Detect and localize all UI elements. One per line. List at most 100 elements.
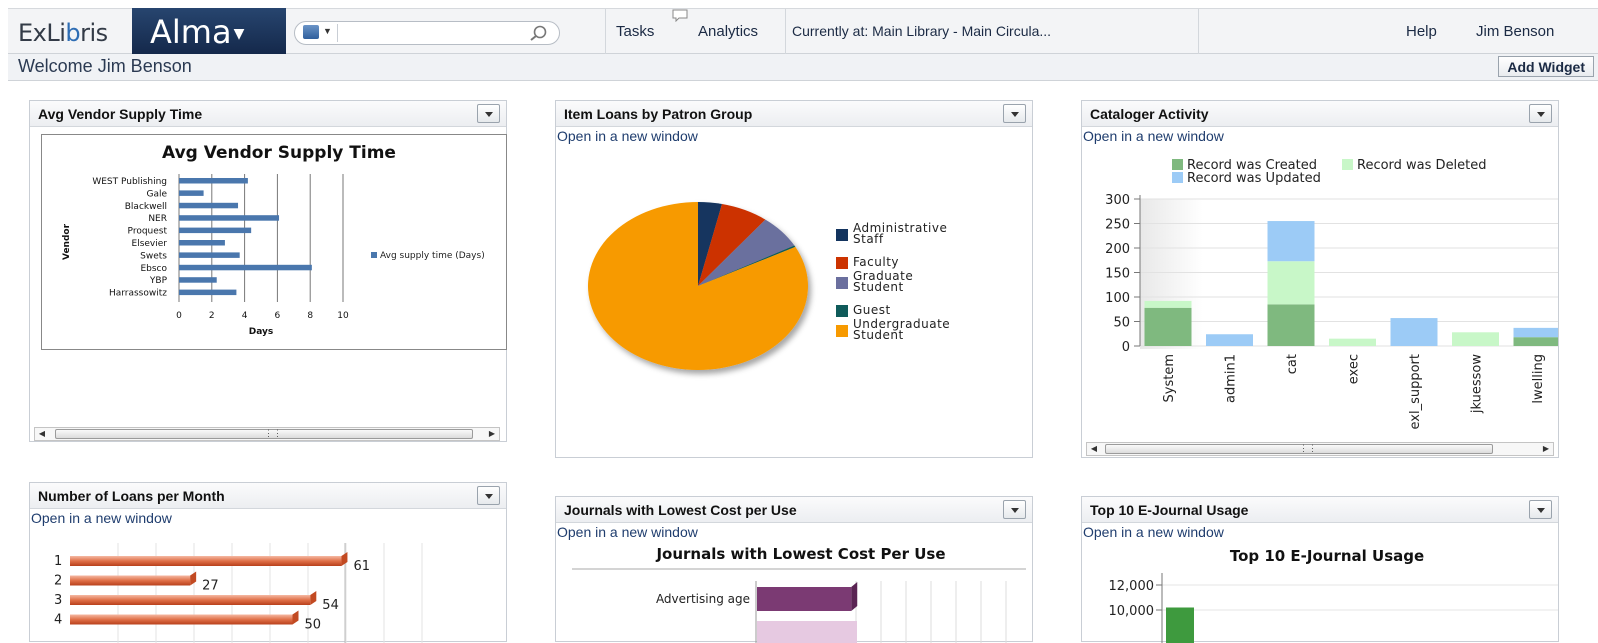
alma-menu-button[interactable]: Alma▼ xyxy=(132,8,286,55)
bar-end xyxy=(851,582,857,611)
welcome-bar: Welcome Jim Benson Add Widget xyxy=(8,54,1598,81)
widget-menu-button[interactable] xyxy=(1003,500,1026,519)
widget-title: Journals with Lowest Cost per Use xyxy=(564,502,797,518)
legend-label: Student xyxy=(853,328,904,342)
bar-end xyxy=(341,552,347,566)
widget-avg-vendor-supply-time: Avg Vendor Supply Time Avg Vendor Supply… xyxy=(29,100,507,442)
bar-segment xyxy=(1268,304,1315,346)
tick-label: 150 xyxy=(1105,267,1130,282)
legend-swatch xyxy=(1172,172,1183,183)
open-new-window-link[interactable]: Open in a new window xyxy=(1083,524,1224,540)
legend-label: Student xyxy=(853,280,904,294)
category-label: Gale xyxy=(146,189,167,199)
category-label: System xyxy=(1162,354,1177,402)
tasks-link[interactable]: Tasks xyxy=(616,23,654,40)
widget-menu-button[interactable] xyxy=(1529,500,1552,519)
scroll-left-icon[interactable]: ◀ xyxy=(35,428,49,440)
widget-header[interactable]: Journals with Lowest Cost per Use xyxy=(556,497,1032,523)
scroll-right-icon[interactable]: ▶ xyxy=(1539,443,1553,455)
data-label: 50 xyxy=(305,618,322,633)
legend-swatch xyxy=(1342,159,1353,170)
widget-header[interactable]: Number of Loans per Month xyxy=(30,483,506,509)
bar-segment xyxy=(1145,301,1192,308)
bar xyxy=(179,203,238,209)
y-axis-label: Vendor xyxy=(62,223,72,260)
bar-segment xyxy=(1514,337,1559,346)
widget-cataloger-activity: Cataloger Activity Open in a new window … xyxy=(1081,100,1559,458)
analytics-link[interactable]: Analytics xyxy=(698,23,758,40)
user-menu[interactable]: Jim Benson xyxy=(1476,23,1554,40)
bar-segment xyxy=(1268,221,1315,261)
open-new-window-link[interactable]: Open in a new window xyxy=(31,510,172,526)
legend-swatch xyxy=(836,229,848,241)
bar-segment xyxy=(1145,308,1192,346)
task-notification-icon[interactable] xyxy=(672,9,688,22)
tick-label: 250 xyxy=(1105,218,1130,233)
category-label: YBP xyxy=(149,276,168,286)
bar xyxy=(179,190,204,196)
category-label: lwelling xyxy=(1531,354,1546,404)
horizontal-scrollbar[interactable]: ◀ ⋮⋮ ▶ xyxy=(34,427,500,441)
search-input[interactable] xyxy=(337,24,527,42)
open-new-window-link[interactable]: Open in a new window xyxy=(557,128,698,144)
bar xyxy=(179,265,312,271)
widget-header[interactable]: Top 10 E-Journal Usage xyxy=(1082,497,1558,523)
widget-menu-button[interactable] xyxy=(1003,104,1026,123)
search-scope-icon[interactable] xyxy=(303,25,319,39)
loans-chart: 161227354450 xyxy=(30,543,506,643)
bar-segment xyxy=(1452,332,1499,346)
widget-menu-button[interactable] xyxy=(477,104,500,123)
tick-label: 10 xyxy=(337,311,349,321)
scroll-left-icon[interactable]: ◀ xyxy=(1087,443,1101,455)
category-label: WEST Publishing xyxy=(92,177,167,187)
category-label: jkuessow xyxy=(1470,354,1485,414)
help-link[interactable]: Help xyxy=(1406,23,1437,40)
chevron-down-icon[interactable]: ▼ xyxy=(323,26,332,36)
widget-title: Item Loans by Patron Group xyxy=(564,106,752,122)
category-label: 2 xyxy=(54,574,62,589)
grip-icon: ⋮⋮ xyxy=(264,428,282,439)
plot-area xyxy=(1140,199,1558,349)
tick-label: 100 xyxy=(1105,291,1130,306)
scroll-thumb[interactable]: ⋮⋮ xyxy=(55,429,473,439)
legend-label: Record was Deleted xyxy=(1357,158,1487,173)
widget-menu-button[interactable] xyxy=(477,486,500,505)
scroll-thumb[interactable]: ⋮⋮ xyxy=(1105,444,1493,454)
tick-label: 4 xyxy=(242,311,248,321)
tick-label: 300 xyxy=(1105,193,1130,208)
scroll-right-icon[interactable]: ▶ xyxy=(485,428,499,440)
widget-menu-button[interactable] xyxy=(1529,104,1552,123)
widget-header[interactable]: Item Loans by Patron Group xyxy=(556,101,1032,127)
bar-segment xyxy=(1329,339,1376,346)
app-name: Alma xyxy=(150,13,232,51)
x-axis-label: Days xyxy=(249,327,274,337)
bar xyxy=(179,290,236,296)
chevron-down-icon: ▼ xyxy=(234,26,245,42)
add-widget-button[interactable]: Add Widget xyxy=(1498,56,1594,77)
chart-title: Top 10 E-Journal Usage xyxy=(1230,547,1424,565)
category-label: exec xyxy=(1347,354,1362,384)
bar xyxy=(757,621,857,643)
chart-title: Journals with Lowest Cost Per Use xyxy=(655,545,945,563)
category-label: cat xyxy=(1285,354,1300,374)
exlibris-logo[interactable]: ExLibris xyxy=(18,19,108,47)
open-new-window-link[interactable]: Open in a new window xyxy=(557,524,698,540)
widget-header[interactable]: Avg Vendor Supply Time xyxy=(30,101,506,127)
bar-end xyxy=(310,591,316,605)
bar xyxy=(179,215,279,221)
widget-header[interactable]: Cataloger Activity xyxy=(1082,101,1558,127)
horizontal-scrollbar[interactable]: ◀ ⋮⋮ ▶ xyxy=(1086,442,1554,456)
bar xyxy=(70,556,341,566)
bar-segment xyxy=(1268,261,1315,304)
divider xyxy=(1198,9,1199,55)
category-label: admin1 xyxy=(1224,354,1239,403)
widget-title: Avg Vendor Supply Time xyxy=(38,106,202,122)
data-label: 54 xyxy=(322,598,339,613)
open-new-window-link[interactable]: Open in a new window xyxy=(1083,128,1224,144)
category-label: Harrassowitz xyxy=(109,289,167,299)
bar-end xyxy=(293,611,299,625)
category-label: Blackwell xyxy=(125,202,167,212)
search-icon[interactable] xyxy=(529,24,549,42)
category-label: Advertising age xyxy=(656,592,750,606)
current-location[interactable]: Currently at: Main Library - Main Circul… xyxy=(792,23,1051,39)
